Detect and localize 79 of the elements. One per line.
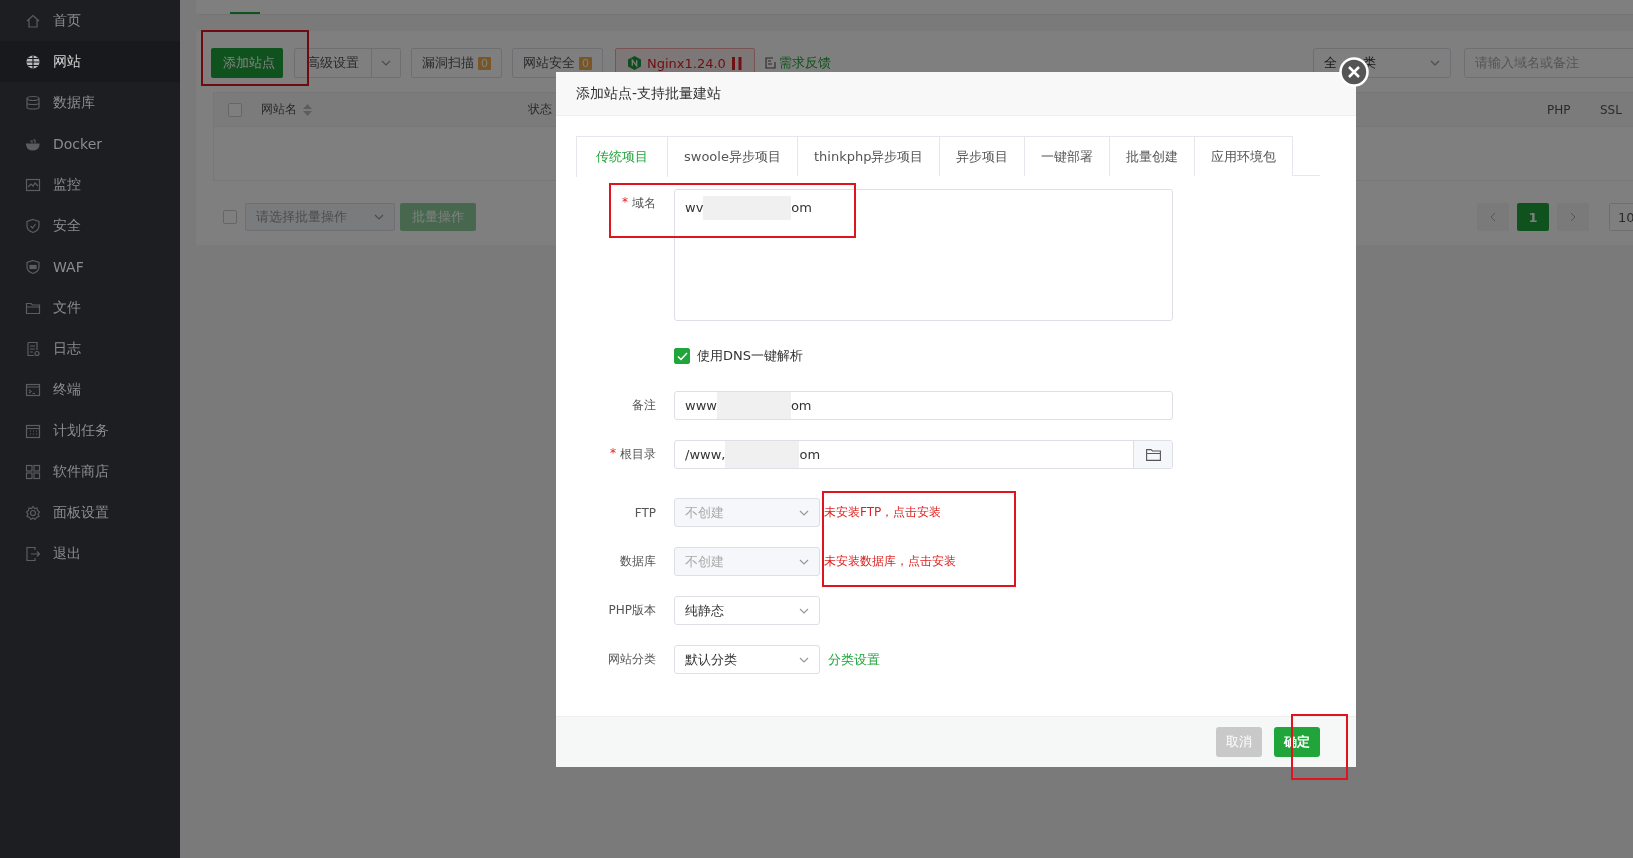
tab[interactable]: thinkphp异步项目: [796, 136, 941, 176]
log-icon: [25, 340, 41, 357]
category-settings-link[interactable]: 分类设置: [828, 650, 880, 669]
tab[interactable]: 批量创建: [1109, 136, 1196, 176]
tab[interactable]: 传统项目: [576, 136, 668, 177]
exit-icon: [25, 545, 41, 562]
sidebar-item[interactable]: 软件商店: [0, 451, 180, 492]
checkmark-icon: [676, 351, 688, 361]
checkbox-label: 使用DNS一键解析: [697, 347, 803, 365]
sidebar-item[interactable]: 终端: [0, 369, 180, 410]
folder-icon: [1145, 448, 1161, 461]
field-label: 备注: [632, 397, 656, 414]
required-mark: *: [610, 446, 616, 462]
shield-badge-icon: [25, 258, 41, 275]
hexagon-icon: [628, 56, 641, 70]
field-label: FTP: [634, 505, 656, 520]
sidebar-item[interactable]: 文件: [0, 287, 180, 328]
chevron-left-icon: [1490, 212, 1496, 222]
chevron-down-icon: [799, 509, 809, 516]
grid-icon: [25, 463, 41, 480]
next-page-button[interactable]: [1557, 203, 1589, 231]
sidebar-item[interactable]: 退出: [0, 533, 180, 574]
chevron-down-icon: [1430, 60, 1440, 66]
sidebar-item[interactable]: 面板设置: [0, 492, 180, 533]
sidebar-item[interactable]: 网站: [0, 41, 180, 82]
sidebar-item[interactable]: 首页: [0, 0, 180, 41]
field-label: 网站分类: [608, 651, 656, 668]
terminal-icon: [25, 381, 41, 398]
field-label: PHP版本: [608, 602, 656, 619]
page-size-select[interactable]: 10: [1609, 203, 1633, 231]
browse-button[interactable]: [1133, 441, 1172, 468]
sidebar-item[interactable]: 计划任务: [0, 410, 180, 451]
chevron-down-icon: [799, 656, 809, 663]
sidebar-item[interactable]: 安全: [0, 205, 180, 246]
row-checkbox[interactable]: [223, 210, 237, 224]
pause-icon: [731, 56, 742, 70]
input-field[interactable]: www om: [674, 391, 1173, 420]
calendar-icon: [25, 422, 41, 439]
field-label: 域名: [632, 195, 656, 212]
tab[interactable]: 一键部署: [1024, 136, 1111, 176]
dialog-title: 添加站点-支持批量建站: [576, 84, 722, 103]
tab[interactable]: 异步项目: [939, 136, 1026, 176]
gear-icon: [25, 504, 41, 521]
sidebar-item[interactable]: Docker: [0, 123, 180, 164]
count-badge: 0: [579, 56, 592, 70]
edit-icon: [764, 57, 776, 69]
tab[interactable]: swoole异步项目: [667, 136, 798, 176]
domain-textarea[interactable]: wv om: [674, 189, 1173, 321]
dropdown-select[interactable]: 纯静态: [674, 596, 820, 625]
checkbox[interactable]: [674, 348, 690, 364]
dropdown-select[interactable]: 默认分类: [674, 645, 820, 674]
required-mark: *: [622, 195, 628, 211]
globe-icon: [25, 53, 41, 70]
chevron-down-icon: [799, 607, 809, 614]
active-tab-indicator: [230, 12, 260, 14]
tab[interactable]: 应用环境包: [1194, 136, 1294, 176]
column-header: 状态: [528, 101, 552, 118]
database-icon: [25, 94, 41, 111]
chevron-down-icon: [381, 60, 391, 66]
chevron-down-icon: [799, 558, 809, 565]
toolbar-button[interactable]: 漏洞扫描 0: [411, 48, 502, 78]
column-header: SSL: [1600, 102, 1622, 117]
path-field[interactable]: /www, om: [674, 440, 1173, 469]
prev-page-button[interactable]: [1477, 203, 1509, 231]
shield-icon: [25, 217, 41, 234]
chevron-down-icon: [374, 214, 384, 220]
sidebar-item[interactable]: 数据库: [0, 82, 180, 123]
count-badge: 0: [478, 56, 491, 70]
column-header: PHP: [1547, 102, 1571, 117]
field-label: 根目录: [620, 446, 656, 463]
field-label: 数据库: [620, 553, 656, 570]
sidebar-item[interactable]: WAF: [0, 246, 180, 287]
sidebar-item[interactable]: 日志: [0, 328, 180, 369]
sidebar-item[interactable]: 监控: [0, 164, 180, 205]
chevron-right-icon: [1570, 212, 1576, 222]
monitor-icon: [25, 176, 41, 193]
column-header: 网站名: [261, 101, 297, 118]
home-icon: [25, 12, 41, 29]
select-all-checkbox[interactable]: [228, 102, 242, 117]
